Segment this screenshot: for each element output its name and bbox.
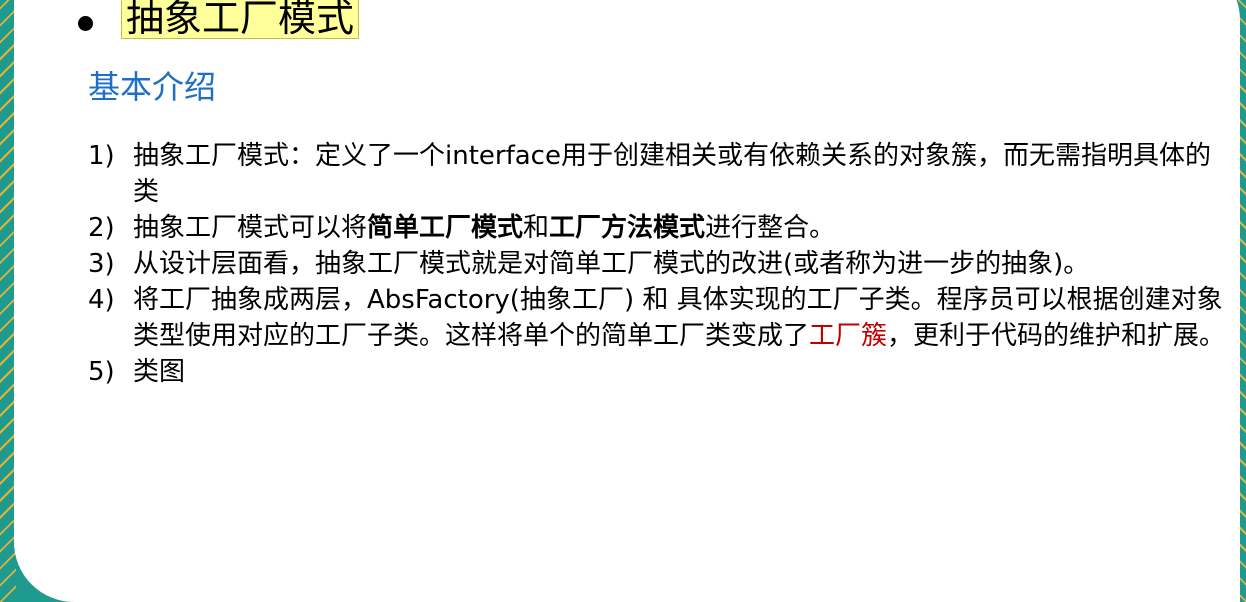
slide-title: 抽象工厂模式	[121, 0, 360, 39]
item-number: 1)	[88, 141, 115, 171]
title-row: 抽象工厂模式	[78, 0, 360, 40]
item-text: 抽象工厂模式可以将	[133, 213, 368, 243]
item-text: 类图	[133, 357, 186, 387]
item-number: 5)	[88, 357, 115, 387]
emphasis-factory-cluster: 工厂簇	[809, 321, 888, 351]
emphasis-simple-factory: 简单工厂模式	[367, 213, 524, 243]
item-text: 和	[523, 213, 550, 243]
emphasis-factory-method: 工厂方法模式	[549, 213, 706, 243]
bullet-icon	[78, 15, 93, 31]
list-item: 1) 抽象工厂模式：定义了一个interface用于创建相关或有依赖关系的对象簇…	[88, 138, 1228, 210]
item-text: ，更利于代码的维护和扩展。	[887, 321, 1226, 351]
list-item: 5) 类图	[88, 354, 1228, 390]
item-number: 2)	[88, 213, 115, 243]
item-number: 4)	[88, 285, 115, 315]
list-item: 2) 抽象工厂模式可以将简单工厂模式和工厂方法模式进行整合。	[88, 210, 1228, 246]
list-item: 3) 从设计层面看，抽象工厂模式就是对简单工厂模式的改进(或者称为进一步的抽象)…	[88, 246, 1228, 282]
item-text: 抽象工厂模式：定义了一个interface用于创建相关或有依赖关系的对象簇，而无…	[133, 141, 1211, 207]
list-item: 4) 将工厂抽象成两层，AbsFactory(抽象工厂) 和 具体实现的工厂子类…	[88, 282, 1228, 354]
content-list: 1) 抽象工厂模式：定义了一个interface用于创建相关或有依赖关系的对象簇…	[88, 138, 1228, 390]
item-text: 进行整合。	[705, 213, 836, 243]
item-number: 3)	[88, 249, 115, 279]
section-subtitle: 基本介绍	[88, 68, 217, 106]
item-text: 从设计层面看，抽象工厂模式就是对简单工厂模式的改进(或者称为进一步的抽象)。	[133, 249, 1090, 279]
